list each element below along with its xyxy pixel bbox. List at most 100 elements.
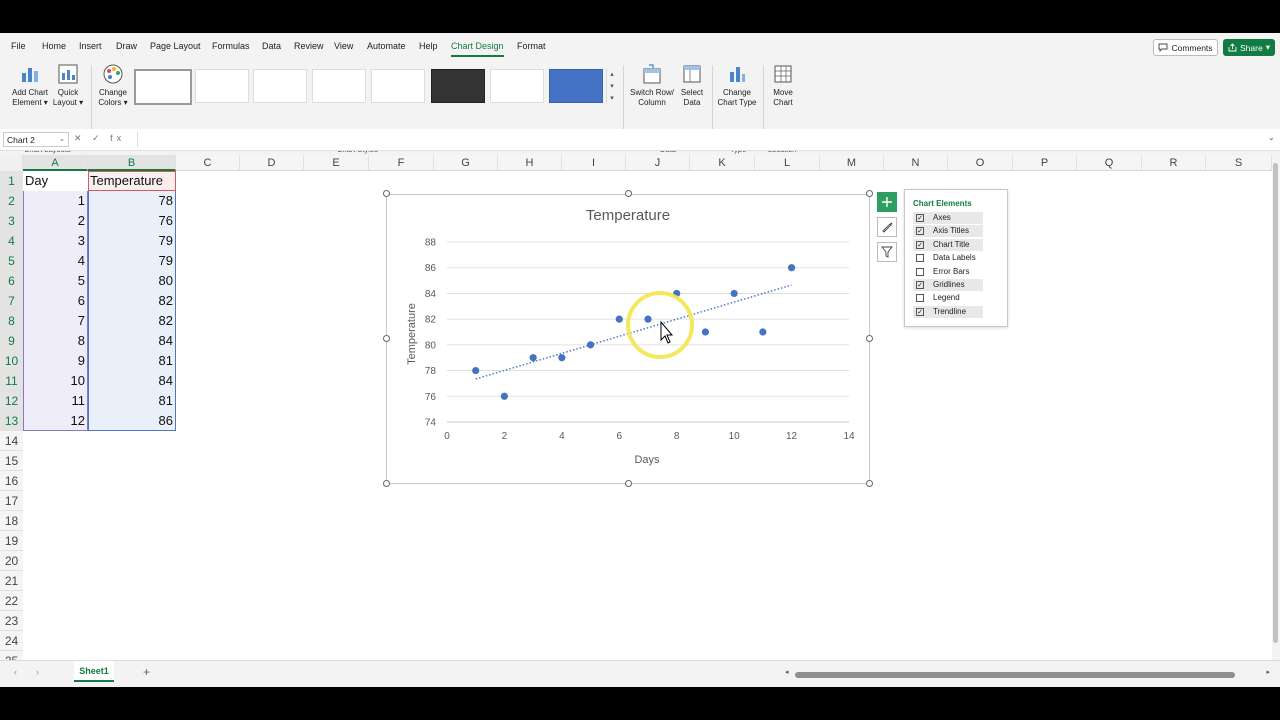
select-all-corner[interactable] (0, 155, 23, 171)
day-cell[interactable]: 2 (23, 211, 88, 231)
chart-style-4[interactable] (312, 69, 366, 103)
row-header[interactable]: 8 (0, 311, 23, 331)
column-header-n[interactable]: N (884, 155, 948, 171)
day-cell[interactable]: 7 (23, 311, 88, 331)
chart-element-option[interactable]: ✓ Gridlines (913, 279, 983, 291)
day-cell[interactable]: 8 (23, 331, 88, 351)
checkbox-checked-icon[interactable]: ✓ (916, 227, 924, 236)
cell-b1[interactable]: Temperature (88, 171, 176, 191)
checkbox-checked-icon[interactable]: ✓ (916, 214, 924, 222)
checkbox-checked-icon[interactable]: ✓ (916, 307, 924, 316)
day-cell[interactable]: 11 (23, 391, 88, 411)
column-header-p[interactable]: P (1013, 155, 1077, 171)
column-header-b[interactable]: B (88, 155, 176, 171)
tab-data[interactable]: Data (262, 41, 281, 51)
column-header-l[interactable]: L (755, 155, 820, 171)
temperature-cell[interactable]: 81 (88, 391, 176, 411)
chart-styles-button[interactable] (877, 217, 897, 237)
add-chart-element-button[interactable]: Add Chart Element ▾ (8, 63, 52, 108)
row-header[interactable]: 7 (0, 291, 23, 311)
column-header-d[interactable]: D (240, 155, 304, 171)
tab-home[interactable]: Home (42, 41, 66, 51)
row-header[interactable]: 3 (0, 211, 23, 231)
row-header[interactable]: 14 (0, 431, 23, 451)
resize-handle[interactable] (625, 190, 632, 197)
scroll-right-icon[interactable]: ▸ (1266, 668, 1270, 676)
quick-layout-button[interactable]: Quick Layout ▾ (50, 63, 86, 108)
cell-a1[interactable]: Day (23, 171, 88, 191)
tab-chart-design[interactable]: Chart Design (451, 41, 504, 51)
chart-style-6[interactable] (431, 69, 485, 103)
column-header-f[interactable]: F (369, 155, 434, 171)
temperature-cell[interactable]: 80 (88, 271, 176, 291)
chart-filters-button[interactable] (877, 242, 897, 262)
chart-style-8[interactable] (549, 69, 603, 103)
chart-style-7[interactable] (490, 69, 544, 103)
temperature-cell[interactable]: 82 (88, 311, 176, 331)
horizontal-scrollbar[interactable]: ◂ ▸ (785, 668, 1270, 679)
day-cell[interactable]: 3 (23, 231, 88, 251)
tab-formulas[interactable]: Formulas (212, 41, 250, 51)
temperature-cell[interactable]: 79 (88, 231, 176, 251)
chart-elements-button[interactable] (877, 192, 897, 212)
temperature-cell[interactable]: 78 (88, 191, 176, 211)
row-header[interactable]: 21 (0, 571, 23, 591)
column-header-k[interactable]: K (690, 155, 755, 171)
next-sheet-icon[interactable]: › (36, 667, 39, 677)
column-header-g[interactable]: G (434, 155, 498, 171)
column-header-q[interactable]: Q (1077, 155, 1142, 171)
move-chart-button[interactable]: Move Chart (766, 63, 800, 108)
column-header-h[interactable]: H (498, 155, 562, 171)
vertical-scrollbar[interactable] (1272, 155, 1280, 660)
resize-handle[interactable] (866, 480, 873, 487)
row-header[interactable]: 25 (0, 651, 23, 660)
chart-element-option[interactable]: ✓ Chart Title (913, 238, 983, 251)
vertical-scroll-thumb[interactable] (1273, 163, 1278, 643)
column-header-r[interactable]: R (1142, 155, 1206, 171)
gallery-scroll[interactable]: ▴ ▾ ▾ (606, 69, 617, 105)
temperature-cell[interactable]: 76 (88, 211, 176, 231)
row-header[interactable]: 5 (0, 251, 23, 271)
temperature-cell[interactable]: 81 (88, 351, 176, 371)
chart-element-option[interactable]: Data Labels (913, 252, 983, 264)
checkbox-checked-icon[interactable]: ✓ (916, 240, 924, 249)
tab-review[interactable]: Review (294, 41, 324, 51)
row-header[interactable]: 17 (0, 491, 23, 511)
scroll-left-icon[interactable]: ◂ (785, 668, 789, 676)
resize-handle[interactable] (383, 335, 390, 342)
day-cell[interactable]: 5 (23, 271, 88, 291)
tab-draw[interactable]: Draw (116, 41, 137, 51)
temperature-cell[interactable]: 84 (88, 331, 176, 351)
temperature-cell[interactable]: 82 (88, 291, 176, 311)
row-header[interactable]: 13 (0, 411, 23, 431)
switch-row-column-button[interactable]: Switch Row/ Column (628, 63, 676, 108)
day-cell[interactable]: 12 (23, 411, 88, 431)
row-header[interactable]: 10 (0, 351, 23, 371)
row-header[interactable]: 12 (0, 391, 23, 411)
row-header[interactable]: 22 (0, 591, 23, 611)
gallery-down-icon[interactable]: ▾ (607, 81, 617, 93)
name-box[interactable]: Chart 2 ⌄ (3, 132, 69, 147)
row-header[interactable]: 4 (0, 231, 23, 251)
row-header[interactable]: 15 (0, 451, 23, 471)
name-box-dropdown-icon[interactable]: ⌄ (59, 135, 65, 143)
chart-element-option[interactable]: ✓ Axis Titles (913, 225, 983, 238)
column-header-o[interactable]: O (948, 155, 1013, 171)
share-button[interactable]: Share ▾ (1223, 39, 1275, 56)
add-sheet-button[interactable]: + (143, 665, 150, 679)
tab-file[interactable]: File (11, 41, 26, 51)
tab-automate[interactable]: Automate (367, 41, 406, 51)
row-header[interactable]: 24 (0, 631, 23, 651)
row-header[interactable]: 1 (0, 171, 23, 191)
temperature-cell[interactable]: 79 (88, 251, 176, 271)
sheet-tab-sheet1[interactable]: Sheet1 (74, 661, 114, 682)
row-header[interactable]: 16 (0, 471, 23, 491)
chart-style-5[interactable] (371, 69, 425, 103)
chart-element-option[interactable]: Legend (913, 292, 983, 304)
resize-handle[interactable] (383, 190, 390, 197)
temperature-cell[interactable]: 84 (88, 371, 176, 391)
row-header[interactable]: 11 (0, 371, 23, 391)
tab-page-layout[interactable]: Page Layout (150, 41, 201, 51)
row-header[interactable]: 23 (0, 611, 23, 631)
select-data-button[interactable]: Select Data (678, 63, 706, 108)
